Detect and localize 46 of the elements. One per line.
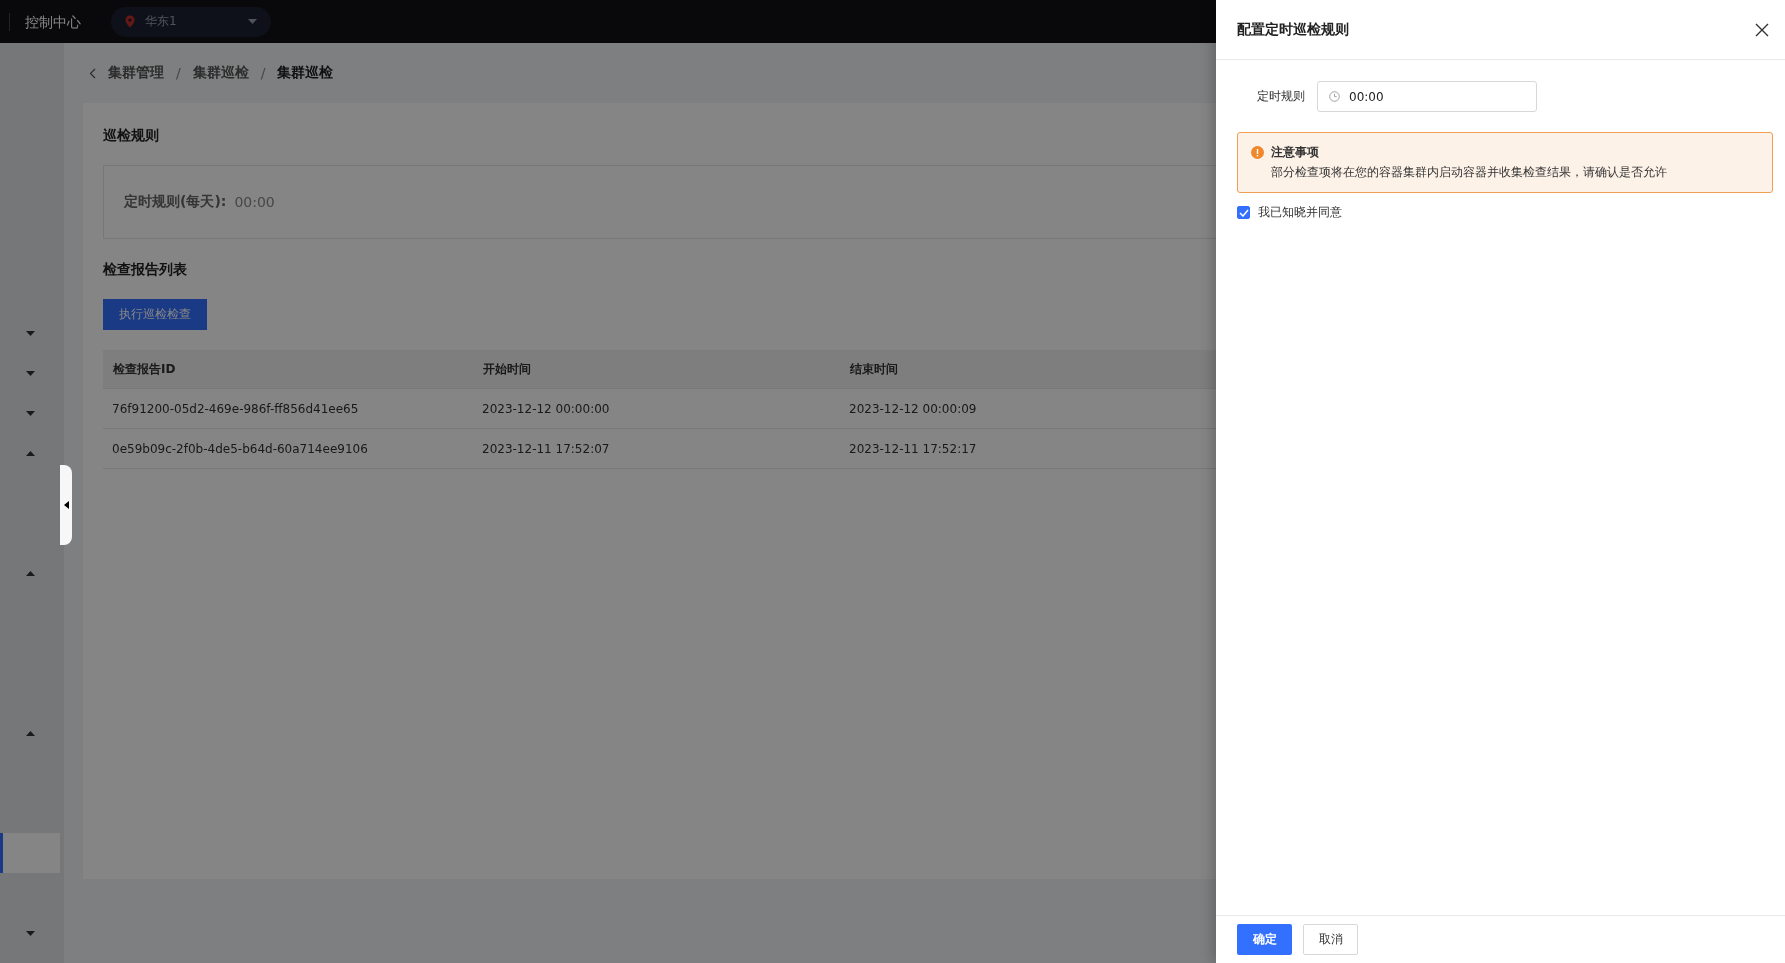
- checkbox[interactable]: [1237, 206, 1250, 219]
- breadcrumb-item: 集群巡检: [277, 64, 334, 82]
- column-header: 检查报告ID: [112, 360, 177, 378]
- caret-icon[interactable]: [25, 450, 35, 456]
- clock-icon: [1329, 91, 1340, 102]
- table-cell-text: 76f91200-05d2-469e-986f-ff856d41ee65: [111, 401, 360, 416]
- table-cell-text: 0e59b09c-2f0b-4de5-b64d-60a714ee9106: [111, 441, 369, 456]
- time-input-field[interactable]: 00:00: [1317, 81, 1537, 112]
- table-cell-text: 2023-12-11 17:52:07: [481, 441, 611, 456]
- caret-icon[interactable]: [25, 370, 35, 376]
- section-title: 检查报告列表: [103, 261, 188, 279]
- alert-title: 注意事项: [1271, 144, 1320, 161]
- field-label: 定时规则: [1257, 88, 1305, 105]
- rule-label: 定时规则(每天):: [124, 193, 227, 211]
- confirm-button[interactable]: 确定: [1237, 924, 1292, 955]
- table-cell-text: 2023-12-12 00:00:09: [848, 401, 978, 416]
- cancel-button[interactable]: 取消: [1303, 924, 1358, 955]
- caret-icon[interactable]: [25, 410, 35, 416]
- caret-down-icon: [248, 19, 257, 24]
- exclamation-icon: [1251, 146, 1264, 159]
- close-icon[interactable]: [1755, 22, 1769, 37]
- check-icon: [1238, 208, 1249, 217]
- caret-icon[interactable]: [25, 730, 35, 736]
- column-header: 开始时间: [482, 360, 532, 378]
- breadcrumb-item[interactable]: 集群巡检: [192, 64, 249, 82]
- table-cell-text: 2023-12-12 00:00:00: [481, 401, 611, 416]
- checkbox-label: 我已知晓并同意: [1258, 204, 1342, 221]
- rule-value: 00:00: [234, 194, 275, 210]
- app-title: 控制中心: [9, 12, 81, 31]
- column-header: 结束时间: [849, 360, 899, 378]
- run-inspection-button[interactable]: 执行巡检检查: [103, 299, 207, 330]
- region-select[interactable]: 华东1: [111, 6, 271, 37]
- back-chevron-icon: [89, 67, 96, 79]
- breadcrumb-separator: /: [260, 65, 266, 81]
- breadcrumb-item[interactable]: 集群管理: [108, 64, 164, 82]
- caret-icon[interactable]: [25, 930, 35, 936]
- alert-message: 部分检查项将在您的容器集群内启动容器并收集检查结果，请确认是否允许: [1271, 164, 1667, 181]
- section-title: 巡检规则: [103, 127, 160, 145]
- table-cell-text: 2023-12-11 17:52:17: [848, 441, 978, 456]
- caret-icon[interactable]: [25, 330, 35, 336]
- caret-icon[interactable]: [25, 570, 35, 576]
- drawer-title: 配置定时巡检规则: [1237, 20, 1349, 39]
- collapse-handle[interactable]: [60, 465, 72, 545]
- location-pin-icon: [125, 15, 135, 28]
- sidebar-item[interactable]: [0, 833, 60, 873]
- breadcrumb-separator: /: [176, 65, 181, 81]
